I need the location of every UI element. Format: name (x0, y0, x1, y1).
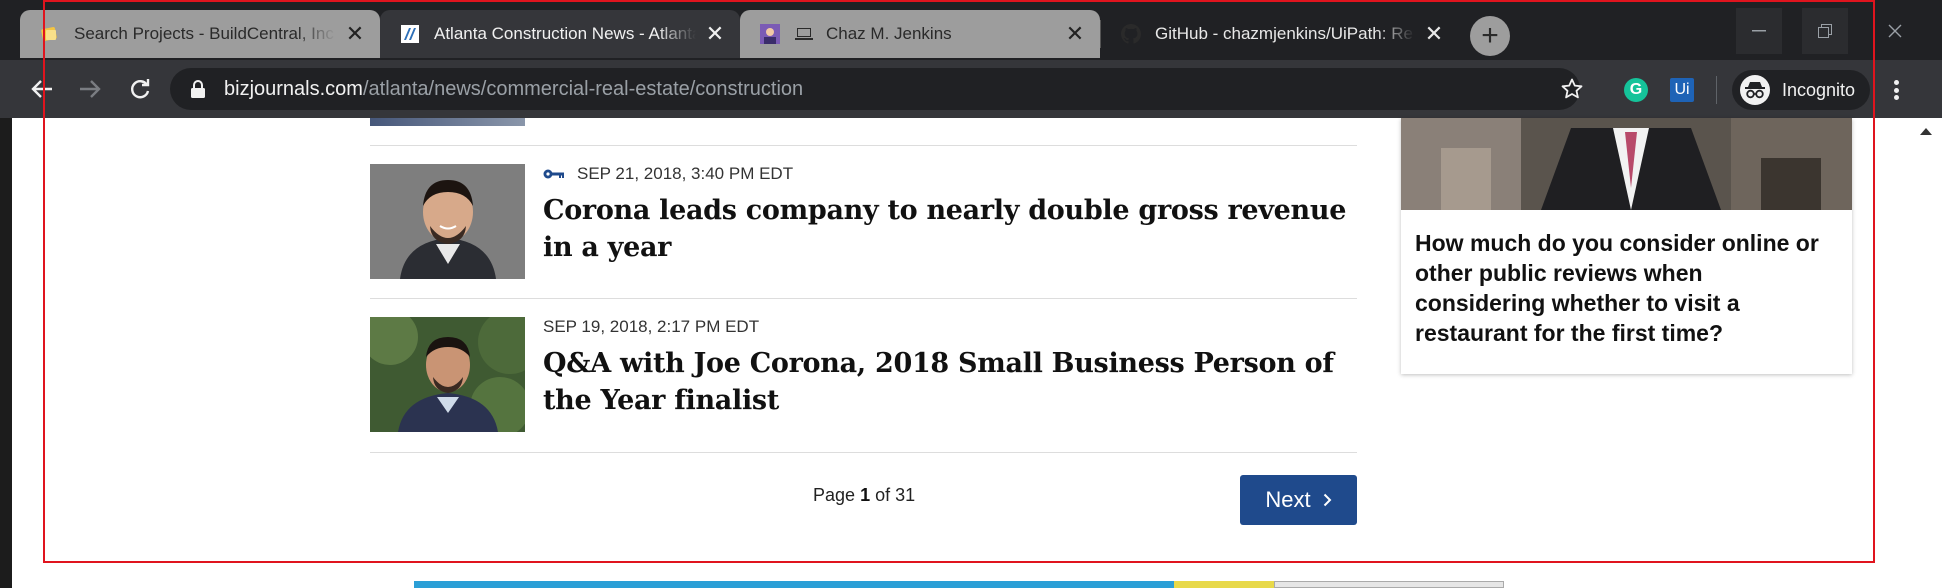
incognito-icon (1740, 75, 1770, 105)
incognito-indicator[interactable]: Incognito (1732, 70, 1870, 110)
tab-title: GitHub - chazmjenkins/UiPath: Re (1155, 24, 1413, 43)
tab-title: Atlanta Construction News - Atlanta (434, 24, 696, 43)
tab-close-icon[interactable]: ✕ (344, 23, 366, 45)
bizjournals-favicon-icon (400, 24, 420, 44)
previous-article-thumbnail[interactable] (370, 118, 525, 126)
divider (370, 145, 1357, 146)
avatar-favicon-icon (760, 24, 780, 44)
page-of-label: of (875, 485, 891, 505)
tab-close-icon[interactable]: ✕ (1423, 23, 1445, 45)
laptop-icon (794, 24, 814, 44)
article-headline[interactable]: Corona leads company to nearly double gr… (543, 192, 1353, 266)
reload-icon[interactable] (120, 69, 160, 109)
article-item: SEP 19, 2018, 2:17 PM EDT Q&A with Joe C… (370, 317, 1357, 435)
minimize-icon[interactable] (1736, 8, 1782, 54)
incognito-label: Incognito (1782, 79, 1856, 100)
tab-title: Search Projects - BuildCentral, Inc (74, 24, 334, 43)
github-favicon-icon (1121, 24, 1141, 44)
article-meta: SEP 21, 2018, 3:40 PM EDT (543, 164, 793, 184)
current-page: 1 (860, 485, 871, 505)
bookmark-star-icon[interactable] (1560, 77, 1584, 106)
premium-key-icon (543, 168, 565, 180)
toolbar-divider (1716, 76, 1717, 104)
tab-chaz-jenkins[interactable]: Chaz M. Jenkins ✕ (740, 10, 1100, 58)
ad-segment (1174, 581, 1274, 588)
article-thumbnail[interactable] (370, 164, 525, 279)
window-edge (0, 118, 12, 588)
screen: Search Projects - BuildCentral, Inc ✕ At… (0, 0, 1942, 588)
article-timestamp: SEP 21, 2018, 3:40 PM EDT (577, 164, 794, 183)
menu-kebab-icon[interactable] (1890, 78, 1902, 102)
url-path: /atlanta/news/commercial-real-estate/con… (362, 78, 804, 100)
tab-strip: Search Projects - BuildCentral, Inc ✕ At… (0, 0, 1942, 60)
sidebar-poll-card[interactable]: How much do you consider online or other… (1401, 118, 1852, 374)
restore-icon[interactable] (1802, 8, 1848, 54)
url-text: bizjournals.com/atlanta/news/commercial-… (224, 78, 803, 101)
back-icon[interactable] (22, 69, 62, 109)
grammarly-extension-icon[interactable]: G (1624, 78, 1648, 102)
lock-icon (190, 80, 206, 98)
ad-segment (414, 581, 1174, 588)
forward-icon[interactable] (70, 69, 110, 109)
window-close-icon[interactable] (1872, 8, 1918, 54)
next-label: Next (1265, 487, 1311, 512)
page-prefix: Page (813, 485, 856, 505)
ad-banner[interactable] (414, 581, 1504, 588)
article-thumbnail[interactable] (370, 317, 525, 432)
tab-github[interactable]: GitHub - chazmjenkins/UiPath: Re ✕ (1101, 10, 1459, 58)
pagination-status: Page 1 of 31 (813, 485, 915, 506)
scroll-up-arrow-icon[interactable] (1920, 128, 1932, 135)
new-tab-button[interactable]: + (1470, 16, 1510, 56)
scrollbar[interactable] (1910, 118, 1942, 588)
tab-close-icon[interactable]: ✕ (1064, 23, 1086, 45)
browser-toolbar: bizjournals.com/atlanta/news/commercial-… (0, 60, 1942, 118)
tab-title: Chaz M. Jenkins (826, 24, 952, 43)
tab-close-icon[interactable]: ✕ (704, 23, 726, 45)
buildcentral-favicon-icon (40, 24, 60, 44)
next-page-button[interactable]: Next (1240, 475, 1357, 525)
poll-question: How much do you consider online or other… (1415, 230, 1819, 346)
article-timestamp: SEP 19, 2018, 2:17 PM EDT (543, 317, 760, 336)
page-content: SEP 21, 2018, 3:40 PM EDT Corona leads c… (0, 118, 1942, 588)
poll-image (1401, 118, 1852, 210)
tab-buildcentral[interactable]: Search Projects - BuildCentral, Inc ✕ (20, 10, 380, 58)
total-pages: 31 (895, 485, 916, 505)
tab-atlanta-construction-news[interactable]: Atlanta Construction News - Atlanta ✕ (380, 10, 740, 58)
divider (370, 452, 1357, 453)
divider (370, 298, 1357, 299)
address-bar[interactable]: bizjournals.com/atlanta/news/commercial-… (170, 68, 1580, 110)
article-headline[interactable]: Q&A with Joe Corona, 2018 Small Business… (543, 345, 1353, 419)
uipath-extension-icon[interactable]: Ui (1670, 78, 1694, 102)
chevron-right-icon (1323, 493, 1332, 507)
article-meta: SEP 19, 2018, 2:17 PM EDT (543, 317, 759, 337)
url-host: bizjournals.com (224, 78, 363, 100)
article-item: SEP 21, 2018, 3:40 PM EDT Corona leads c… (370, 164, 1357, 282)
ad-segment (1274, 581, 1504, 588)
